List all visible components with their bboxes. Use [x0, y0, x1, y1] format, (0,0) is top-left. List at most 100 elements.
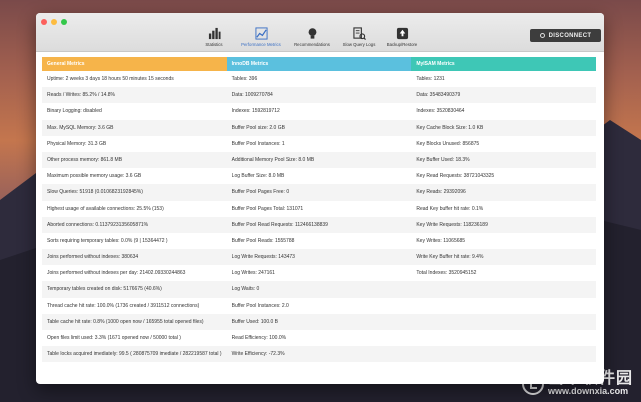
- innodb-metric-cell: Buffer Pool size: 2.0 GB: [231, 124, 285, 131]
- general-metric-cell: Temporary tables created on disk: 517667…: [47, 286, 162, 293]
- myisam-metrics-header: MyISAM Metrics: [411, 57, 597, 71]
- table-row: Table cache hit rate: 0.8% (1000 open no…: [42, 313, 596, 330]
- tab-performance-metrics-label: Performance Metrics: [241, 42, 281, 47]
- general-metrics-header: General Metrics: [42, 57, 227, 71]
- general-metric-cell: Open files limit used: 3.3% (1671 opened…: [47, 335, 181, 341]
- close-window-button[interactable]: [41, 19, 47, 25]
- zoom-window-button[interactable]: [61, 19, 67, 25]
- myisam-metric-cell: Indexes: 3520830464: [416, 108, 465, 115]
- myisam-metric-cell: Tables: 1231: [416, 76, 445, 82]
- general-metric-cell: Table cache hit rate: 0.8% (1000 open no…: [47, 318, 204, 325]
- lightbulb-icon: [308, 28, 316, 39]
- general-metric-cell: Thread cache hit rate: 100.0% (1736 crea…: [47, 302, 200, 309]
- tab-slow-query-logs-label: Slow Query Logs: [342, 42, 376, 47]
- backup-restore-icon: [396, 27, 408, 40]
- general-metric-cell: Reads / Writes: 85.2% / 14.8%: [47, 92, 115, 99]
- tab-statistics[interactable]: Statistics: [194, 27, 234, 47]
- window-controls: [41, 19, 67, 25]
- tab-statistics-label: Statistics: [205, 42, 223, 47]
- innodb-metric-cell: Data: 1009270784: [231, 92, 273, 99]
- table-row: Uptime: 2 weeks 3 days 18 hours 50 minut…: [42, 71, 596, 87]
- table-row: Maximum possible memory usage: 3.6 GB Log…: [42, 168, 596, 184]
- innodb-metric-cell: Buffer Pool Reads: 1555788: [231, 237, 295, 244]
- general-metric-cell: Sorts requiring temporary tables: 0.0% (…: [47, 237, 168, 244]
- window-toolbar: Statistics Performance Metrics Recommend…: [36, 13, 604, 52]
- table-row: Reads / Writes: 85.2% / 14.8% Data: 10092…: [42, 87, 596, 104]
- metrics-table: General Metrics InnoDB Metrics MyISAM Me…: [42, 57, 597, 363]
- tab-backup-restore[interactable]: Backup/Restore: [382, 27, 422, 47]
- tab-performance-metrics[interactable]: Performance Metrics: [237, 27, 285, 47]
- metrics-header-row: General Metrics InnoDB Metrics MyISAM Me…: [42, 57, 597, 71]
- table-row: Joins performed without indexes per day:…: [42, 265, 596, 281]
- table-row: Slow Queries: 51918 (0.0106823192845%) Bu…: [42, 184, 596, 201]
- table-row: Other process memory: 861.8 MB Additional…: [42, 151, 596, 169]
- general-metric-cell: Joins performed without indexes: 380634: [47, 254, 139, 261]
- table-row: Max. MySQL Memory: 3.6 GB Buffer Pool siz…: [42, 119, 596, 136]
- innodb-metric-cell: Write Efficiency: -72.3%: [231, 351, 285, 358]
- innodb-metric-cell: Additional Memory Pool Size: 8.0 MB: [231, 156, 315, 163]
- table-row: Binary Logging: disabled Indexes: 1592819…: [42, 103, 596, 119]
- toolbar-tabs: Statistics Performance Metrics Recommend…: [194, 27, 422, 47]
- tab-recommendations[interactable]: Recommendations: [288, 27, 336, 47]
- general-metric-cell: Joins performed without indexes per day:…: [47, 270, 186, 277]
- innodb-metric-cell: Log Writes: 247161: [231, 270, 275, 277]
- myisam-metric-cell: Write Key Buffer hit rate: 9.4%: [416, 254, 484, 261]
- general-metric-cell: Aborted connections: 0.1137923135605871%: [47, 221, 149, 228]
- table-row: Thread cache hit rate: 100.0% (1736 crea…: [42, 298, 596, 314]
- table-row: Physical Memory: 31.3 GB Buffer Pool Inst…: [42, 136, 596, 152]
- myisam-metric-cell: Key Write Requests: 118236189: [416, 221, 488, 228]
- minimize-window-button[interactable]: [51, 19, 57, 25]
- table-row: Table locks acquired imediately: 99.5 ( …: [42, 346, 596, 363]
- table-row: Highest usage of available connections: …: [42, 201, 596, 217]
- myisam-metric-cell: [411, 281, 596, 297]
- table-row: Temporary tables created on disk: 517667…: [42, 281, 596, 298]
- performance-chart-icon: [254, 27, 268, 40]
- myisam-metric-cell: Key Reads: 29392096: [416, 189, 466, 196]
- bar-chart-icon: [208, 27, 221, 40]
- myisam-metric-cell: Total Indexes: 3520945152: [416, 270, 477, 277]
- myisam-metric-cell: [411, 298, 596, 314]
- innodb-metric-cell: Log Waits: 0: [231, 286, 260, 293]
- innodb-metric-cell: Read Efficiency: 100.0%: [231, 335, 287, 341]
- watermark-en: www.downxia.com: [547, 386, 629, 396]
- innodb-metric-cell: Buffer Pool Read Requests: 112466138839: [231, 221, 328, 228]
- table-row: Joins performed without indexes: 380634 L…: [42, 249, 596, 266]
- metrics-rows: Uptime: 2 weeks 3 days 18 hours 50 minut…: [42, 71, 596, 363]
- innodb-metric-cell: Tables: 396: [231, 76, 258, 82]
- general-metric-cell: Binary Logging: disabled: [47, 108, 102, 115]
- table-row: Open files limit used: 3.3% (1671 opened…: [42, 330, 596, 346]
- tab-recommendations-label: Recommendations: [294, 42, 330, 47]
- disconnect-label: DISCONNECT: [548, 32, 592, 39]
- general-metric-cell: Highest usage of available connections: …: [47, 205, 164, 212]
- myisam-metric-cell: Read Key buffer hit rate: 0.1%: [416, 205, 484, 212]
- table-row: Sorts requiring temporary tables: 0.0% (…: [42, 233, 596, 249]
- general-metric-cell: Max. MySQL Memory: 3.6 GB: [47, 124, 114, 131]
- innodb-metric-cell: Buffer Pool Pages Total: 131071: [231, 205, 304, 212]
- innodb-metric-cell: Buffer Pool Pages Free: 0: [231, 189, 290, 196]
- innodb-metric-cell: Indexes: 1592819712: [231, 108, 280, 115]
- general-metric-cell: Physical Memory: 31.3 GB: [47, 140, 107, 147]
- myisam-metric-cell: Key Buffer Used: 18.3%: [416, 156, 470, 163]
- app-window: Statistics Performance Metrics Recommend…: [36, 13, 604, 384]
- myisam-metric-cell: Key Read Requests: 38721043325: [416, 173, 495, 180]
- power-icon: [539, 33, 545, 38]
- innodb-metric-cell: Buffer Pool Instances: 2.0: [231, 302, 289, 309]
- table-row: Aborted connections: 0.1137923135605871%…: [42, 216, 596, 233]
- general-metric-cell: Uptime: 2 weeks 3 days 18 hours 50 minut…: [47, 76, 174, 82]
- general-metric-cell: Table locks acquired imediately: 99.5 ( …: [47, 351, 222, 358]
- tab-slow-query-logs[interactable]: Slow Query Logs: [339, 27, 379, 47]
- myisam-metric-cell: [411, 330, 596, 346]
- innodb-metrics-header: InnoDB Metrics: [226, 57, 412, 71]
- myisam-metric-cell: Key Writes: 11065685: [416, 237, 466, 244]
- log-search-icon: [352, 27, 366, 40]
- innodb-metric-cell: Log Buffer Size: 8.0 MB: [231, 173, 285, 180]
- disconnect-button[interactable]: DISCONNECT: [530, 29, 601, 42]
- myisam-metric-cell: [411, 346, 596, 362]
- innodb-metric-cell: Buffer Used: 100.0 B: [231, 318, 278, 325]
- tab-backup-restore-label: Backup/Restore: [386, 42, 418, 47]
- general-metric-cell: Other process memory: 861.8 MB: [47, 156, 123, 163]
- general-metric-cell: Slow Queries: 51918 (0.0106823192845%): [47, 189, 143, 196]
- general-metric-cell: Maximum possible memory usage: 3.6 GB: [47, 173, 142, 180]
- innodb-metric-cell: Buffer Pool Instances: 1: [231, 140, 285, 147]
- myisam-metric-cell: Key Cache Block Size: 1.0 KB: [416, 124, 484, 131]
